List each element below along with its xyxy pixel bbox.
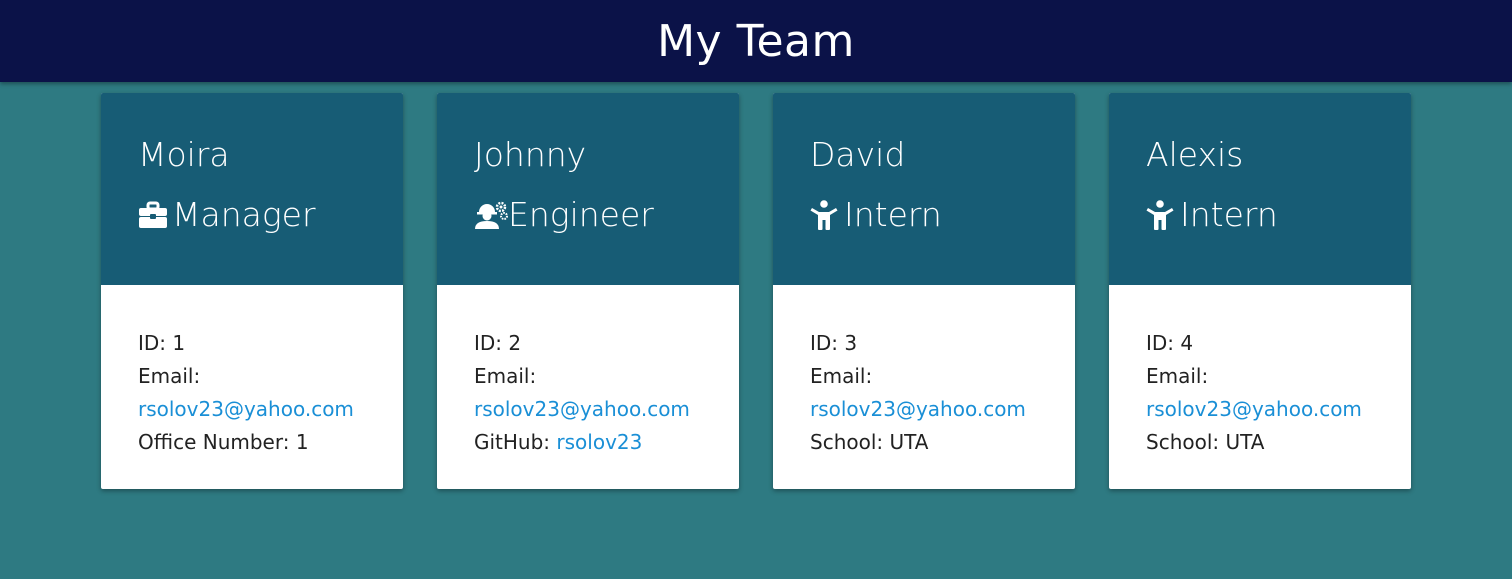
email-link[interactable]: rsolov23@yahoo.com bbox=[1146, 397, 1362, 421]
email-link[interactable]: rsolov23@yahoo.com bbox=[138, 397, 354, 421]
card-header: Alexis Intern bbox=[1109, 93, 1411, 285]
role-label: Engineer bbox=[508, 195, 654, 234]
card-details: ID: 4 Email: rsolov23@yahoo.com School: … bbox=[1109, 285, 1411, 459]
email-link[interactable]: rsolov23@yahoo.com bbox=[474, 397, 690, 421]
card-header: Johnny Engineer bbox=[437, 93, 739, 285]
email-link[interactable]: rsolov23@yahoo.com bbox=[810, 397, 1026, 421]
employee-role: Engineer bbox=[474, 195, 739, 235]
employee-card-david: David Intern ID: 3 Email: rsolov23@yahoo… bbox=[773, 93, 1075, 489]
email-label: Email: bbox=[810, 364, 873, 388]
card-details: ID: 3 Email: rsolov23@yahoo.com School: … bbox=[773, 285, 1075, 459]
child-icon bbox=[810, 198, 844, 232]
card-header: David Intern bbox=[773, 93, 1075, 285]
employee-name: Alexis bbox=[1146, 135, 1244, 174]
github-link[interactable]: rsolov23 bbox=[556, 430, 642, 454]
page-title: My Team bbox=[657, 15, 855, 67]
employee-role: Intern bbox=[1146, 195, 1411, 235]
email-label: Email: bbox=[474, 364, 537, 388]
employee-card-moira: Moira Manager ID: 1 Email: rsolov23@yaho… bbox=[101, 93, 403, 489]
employee-id: ID: 4 bbox=[1146, 331, 1194, 355]
card-header: Moira Manager bbox=[101, 93, 403, 285]
role-label: Intern bbox=[1180, 195, 1278, 234]
school: School: UTA bbox=[810, 430, 929, 454]
employee-name: David bbox=[810, 135, 906, 174]
employee-card-johnny: Johnny Engineer ID: 2 Email: rsolov23@ya… bbox=[437, 93, 739, 489]
email-label: Email: bbox=[138, 364, 201, 388]
school: School: UTA bbox=[1146, 430, 1265, 454]
employee-id: ID: 1 bbox=[138, 331, 186, 355]
briefcase-icon bbox=[138, 198, 172, 232]
role-label: Intern bbox=[844, 195, 942, 234]
email-label: Email: bbox=[1146, 364, 1209, 388]
employee-name: Johnny bbox=[474, 135, 587, 174]
team-cards: Moira Manager ID: 1 Email: rsolov23@yaho… bbox=[101, 93, 1411, 489]
employee-role: Intern bbox=[810, 195, 1075, 235]
child-icon bbox=[1146, 198, 1180, 232]
employee-id: ID: 2 bbox=[474, 331, 522, 355]
github-label: GitHub: bbox=[474, 430, 557, 454]
employee-id: ID: 3 bbox=[810, 331, 858, 355]
office-number: Office Number: 1 bbox=[138, 430, 309, 454]
employee-name: Moira bbox=[138, 135, 230, 174]
role-label: Manager bbox=[172, 195, 316, 234]
card-details: ID: 1 Email: rsolov23@yahoo.com Office N… bbox=[101, 285, 403, 459]
card-details: ID: 2 Email: rsolov23@yahoo.com GitHub: … bbox=[437, 285, 739, 459]
employee-role: Manager bbox=[138, 195, 403, 235]
user-gears-icon bbox=[474, 198, 508, 232]
github-row: GitHub: rsolov23 bbox=[474, 426, 739, 459]
page-header: My Team bbox=[0, 0, 1512, 82]
employee-card-alexis: Alexis Intern ID: 4 Email: rsolov23@yaho… bbox=[1109, 93, 1411, 489]
